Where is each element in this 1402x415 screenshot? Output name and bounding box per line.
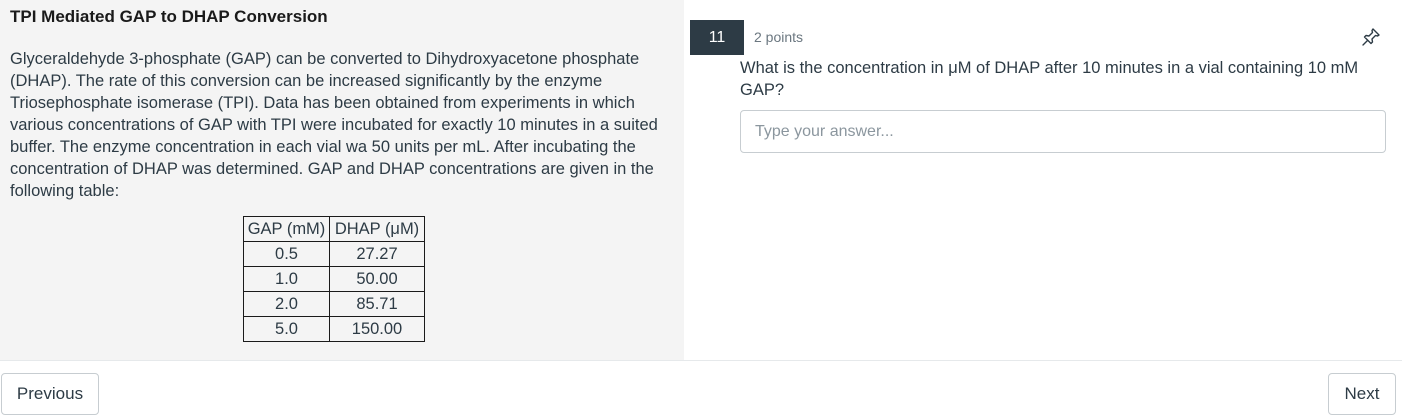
question-number-badge: 11	[690, 20, 744, 55]
table-cell-gap: 5.0	[243, 316, 330, 342]
data-table: GAP (mM) DHAP (μM) 0.5 27.27 1.0 50.00 2…	[243, 216, 425, 342]
footer-divider	[0, 360, 1402, 361]
table-cell-dhap: 27.27	[329, 241, 425, 267]
table-row: 5.0 150.00	[243, 316, 425, 342]
table-cell-dhap: 150.00	[329, 316, 425, 342]
table-cell-gap: 0.5	[243, 241, 330, 267]
previous-button[interactable]: Previous	[1, 373, 99, 415]
answer-input[interactable]	[740, 110, 1386, 153]
table-header-dhap: DHAP (μM)	[329, 216, 425, 242]
passage-title: TPI Mediated GAP to DHAP Conversion	[10, 7, 328, 26]
table-row: 2.0 85.71	[243, 291, 425, 317]
question-panel: 11 2 points What is the concentration in…	[684, 0, 1402, 360]
question-text: What is the concentration in μM of DHAP …	[740, 59, 1359, 99]
table-row: 0.5 27.27	[243, 241, 425, 267]
pin-icon[interactable]	[1360, 26, 1382, 48]
table-cell-gap: 2.0	[243, 291, 330, 317]
table-header-gap: GAP (mM)	[243, 216, 330, 242]
table-row: 1.0 50.00	[243, 266, 425, 292]
table-header-row: GAP (mM) DHAP (μM)	[243, 216, 425, 242]
question-points: 2 points	[754, 29, 804, 45]
table-cell-gap: 1.0	[243, 266, 330, 292]
table-cell-dhap: 50.00	[329, 266, 425, 292]
next-button[interactable]: Next	[1328, 373, 1396, 415]
passage-text: Glyceraldehyde 3-phosphate (GAP) can be …	[10, 50, 658, 200]
table-cell-dhap: 85.71	[329, 291, 425, 317]
